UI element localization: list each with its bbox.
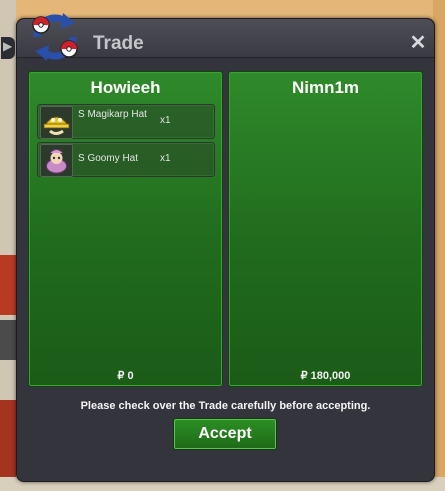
trade-window: ▶ Trade ✕ Howieeh S Magikarp Hat x1 S Go… [1,13,435,482]
item-name: S Goomy Hat [78,153,139,164]
side-tab[interactable]: ▶ [1,37,15,59]
magikarp-hat-icon [40,106,73,139]
trade-notice: Please check over the Trade carefully be… [80,400,371,412]
background-tile [0,255,16,315]
trade-item[interactable]: S Magikarp Hat x1 [37,104,215,139]
player-name: Howieeh [90,78,161,97]
item-name: S Magikarp Hat [78,109,147,120]
accept-button[interactable]: Accept [174,419,276,449]
trade-arrows-icon [32,13,78,61]
close-icon[interactable]: ✕ [408,33,428,53]
trade-panel-left: Howieeh S Magikarp Hat x1 S Goomy Hat x1 [28,71,223,387]
trade-panel-right: Nimn1m ₽ 180,000 [228,71,423,387]
money-offer: ₽ 0 [117,370,134,382]
item-quantity: x1 [160,115,171,126]
title-bar[interactable]: Trade ✕ [17,13,434,61]
trade-item[interactable]: S Goomy Hat x1 [37,142,215,177]
background-tile [0,320,16,360]
player-name: Nimn1m [291,78,360,97]
goomy-hat-icon [40,144,73,177]
money-offer: ₽ 180,000 [300,370,351,382]
item-quantity: x1 [160,153,171,164]
window-title: Trade [93,33,144,54]
play-icon: ▶ [3,39,13,53]
